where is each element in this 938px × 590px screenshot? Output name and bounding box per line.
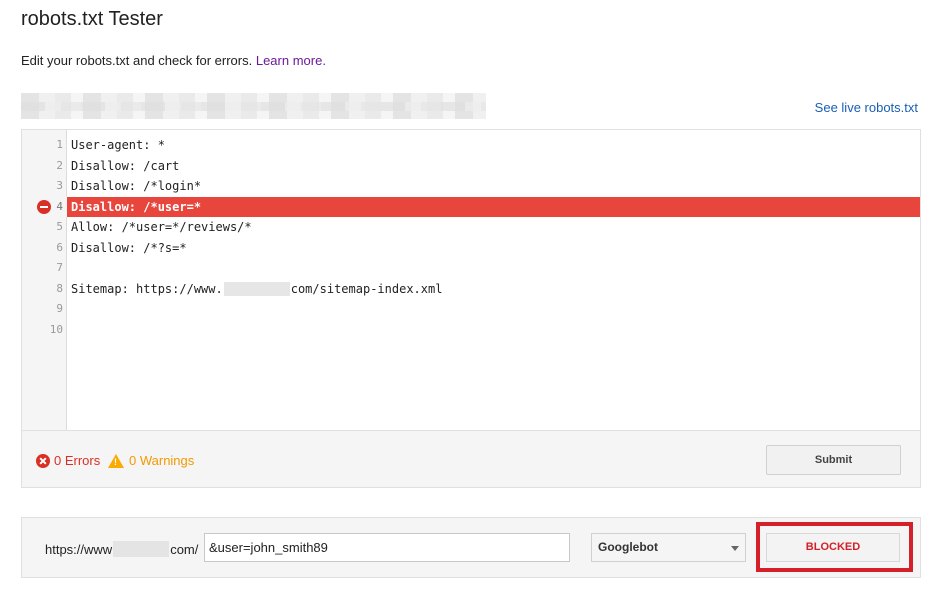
url-test-panel: https://www com/ Googlebot BLOCKED — [21, 517, 921, 578]
url-prefix: https://www — [45, 541, 113, 557]
page-title: robots.txt Tester — [21, 8, 163, 30]
code-line[interactable]: 6 Disallow: /*?s=* — [22, 238, 920, 259]
errors-label: 0 Errors — [54, 453, 101, 468]
errors-count: 0 Errors — [36, 453, 100, 468]
result-highlight-frame: BLOCKED — [756, 522, 913, 572]
subtitle-text: Edit your robots.txt and check for error… — [21, 53, 253, 68]
robots-editor-panel: 1 User-agent: * 2 Disallow: /cart 3 Disa… — [21, 129, 921, 488]
editor-status-bar: 0 Errors ! 0 Warnings Submit — [22, 430, 920, 487]
code-line[interactable]: 8 Sitemap: https://www. com/sitemap-index… — [22, 279, 920, 300]
url-suffix: com/ — [170, 541, 199, 557]
line-number: 3 — [56, 179, 63, 192]
code-line[interactable]: 5 Allow: /*user=*/reviews/* — [22, 217, 920, 238]
blocking-rule-icon — [37, 199, 51, 214]
test-path-input[interactable] — [204, 533, 570, 562]
line-text[interactable]: Sitemap: https://www. com/sitemap-index.x… — [71, 279, 442, 300]
line-text[interactable]: Disallow: /*login* — [71, 176, 201, 197]
error-icon — [36, 453, 50, 468]
line-number: 7 — [56, 261, 63, 274]
warnings-count: ! 0 Warnings — [108, 453, 194, 468]
robots-code-editor[interactable]: 1 User-agent: * 2 Disallow: /cart 3 Disa… — [22, 135, 920, 340]
chevron-down-icon — [731, 546, 739, 551]
line-text[interactable]: Disallow: /*user=* — [71, 197, 201, 218]
see-live-robots-link[interactable]: See live robots.txt — [815, 100, 918, 115]
warnings-label: 0 Warnings — [129, 453, 195, 468]
submit-button[interactable]: Submit — [766, 445, 901, 475]
line-number: 9 — [56, 302, 63, 315]
line-number: 8 — [56, 281, 63, 295]
line-number: 10 — [49, 322, 63, 336]
line-number: 1 — [56, 138, 63, 151]
sitemap-suffix: com/sitemap-index.xml — [290, 281, 443, 296]
line-text[interactable]: Allow: /*user=*/reviews/* — [71, 217, 252, 238]
line-number: 6 — [56, 240, 63, 254]
line-text[interactable]: Disallow: /cart — [71, 156, 179, 177]
code-line[interactable]: 1 User-agent: * — [22, 135, 920, 156]
user-agent-select[interactable]: Googlebot — [591, 533, 746, 562]
redacted-domain — [113, 541, 170, 557]
code-line[interactable]: 10 — [22, 320, 920, 341]
learn-more-link[interactable]: Learn more. — [256, 53, 326, 68]
line-number: 5 — [56, 220, 63, 233]
sitemap-prefix: Sitemap: https://www. — [71, 281, 223, 296]
line-text[interactable]: Disallow: /*?s=* — [71, 238, 187, 259]
page-subtitle: Edit your robots.txt and check for error… — [21, 53, 326, 68]
code-line-blocking[interactable]: 4 Disallow: /*user=* — [22, 196, 920, 218]
redacted-property-url — [21, 93, 486, 119]
warning-icon: ! — [108, 453, 124, 468]
test-result-button[interactable]: BLOCKED — [766, 533, 900, 562]
code-line[interactable]: 2 Disallow: /cart — [22, 156, 920, 177]
test-url-base: https://www com/ — [45, 541, 198, 557]
code-line[interactable]: 7 — [22, 258, 920, 279]
code-line[interactable]: 3 Disallow: /*login* — [22, 176, 920, 197]
user-agent-value: Googlebot — [598, 540, 658, 554]
line-number: 2 — [56, 158, 63, 172]
line-text[interactable]: User-agent: * — [71, 135, 165, 156]
code-line[interactable]: 9 — [22, 299, 920, 320]
redacted-domain — [223, 282, 290, 296]
